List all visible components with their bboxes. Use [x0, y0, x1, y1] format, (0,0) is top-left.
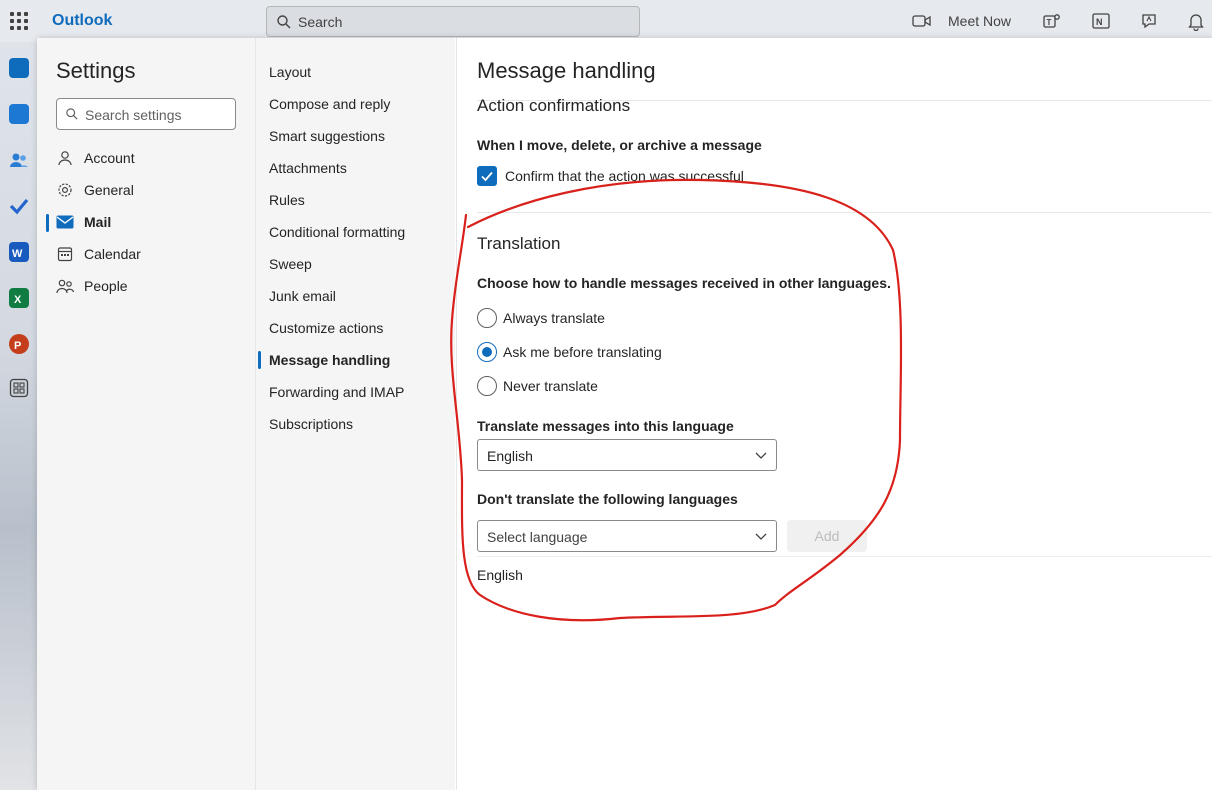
search-settings-input[interactable]: Search settings — [56, 98, 236, 130]
action-confirmations-subheading: When I move, delete, or archive a messag… — [477, 137, 762, 153]
mail-settings-nav: Layout Compose and reply Smart suggestio… — [255, 38, 455, 790]
excel-icon[interactable]: X — [9, 288, 29, 308]
divider — [477, 212, 1212, 213]
feedback-icon[interactable] — [1140, 11, 1160, 31]
category-mail[interactable]: Mail — [56, 210, 111, 234]
radio-label: Always translate — [503, 310, 605, 326]
app-name[interactable]: Outlook — [52, 12, 112, 30]
select-language-dropdown[interactable]: Select language — [477, 520, 777, 552]
chevron-down-icon — [755, 452, 767, 459]
category-calendar[interactable]: Calendar — [56, 242, 141, 266]
translation-description: Choose how to handle messages received i… — [477, 275, 891, 291]
nav-sweep[interactable]: Sweep — [269, 256, 312, 272]
gear-icon — [56, 181, 74, 199]
radio-label: Ask me before translating — [503, 344, 662, 360]
todo-icon[interactable] — [9, 196, 29, 216]
nav-message-handling[interactable]: Message handling — [269, 352, 390, 368]
teams-icon[interactable]: T — [1042, 11, 1062, 31]
people-icon[interactable] — [9, 150, 29, 170]
nav-customize-actions[interactable]: Customize actions — [269, 320, 383, 336]
nav-rules[interactable]: Rules — [269, 192, 305, 208]
nav-attachments[interactable]: Attachments — [269, 160, 347, 176]
svg-text:X: X — [14, 294, 22, 306]
bell-icon[interactable] — [1187, 11, 1205, 31]
translate-into-label: Translate messages into this language — [477, 418, 734, 434]
svg-text:P: P — [14, 340, 21, 352]
mail-icon[interactable] — [9, 58, 29, 78]
dropdown-placeholder: Select language — [487, 529, 588, 545]
search-icon — [66, 108, 78, 120]
dont-translate-label: Don't translate the following languages — [477, 491, 738, 507]
excluded-language-item: English — [477, 567, 523, 583]
settings-categories: Settings Search settings Account General… — [37, 38, 255, 790]
radio-always-translate[interactable] — [477, 308, 497, 328]
checkmark-icon — [481, 171, 493, 182]
word-icon[interactable]: W — [9, 242, 29, 262]
translate-into-dropdown[interactable]: English — [477, 439, 777, 471]
svg-text:T: T — [1047, 18, 1052, 27]
category-label: Calendar — [84, 246, 141, 262]
people-icon — [56, 277, 74, 295]
radio-label: Never translate — [503, 378, 598, 394]
dropdown-value: English — [487, 448, 533, 464]
active-indicator — [46, 214, 49, 232]
more-apps-icon[interactable] — [9, 378, 29, 398]
category-account[interactable]: Account — [56, 146, 135, 170]
person-icon — [56, 149, 74, 167]
top-bar: Outlook Search Meet Now T N — [0, 0, 1212, 42]
search-box[interactable]: Search — [266, 6, 640, 37]
page-title: Message handling — [477, 58, 656, 83]
search-icon — [277, 15, 291, 29]
nav-smart-suggestions[interactable]: Smart suggestions — [269, 128, 385, 144]
active-indicator — [258, 351, 261, 369]
category-people[interactable]: People — [56, 274, 128, 298]
confirm-action-label: Confirm that the action was successful — [505, 168, 744, 184]
settings-title: Settings — [56, 58, 136, 83]
nav-conditional-formatting[interactable]: Conditional formatting — [269, 224, 405, 240]
add-button[interactable]: Add — [787, 520, 867, 552]
divider — [477, 556, 1212, 557]
category-general[interactable]: General — [56, 178, 134, 202]
radio-ask-before-translating[interactable] — [477, 342, 497, 362]
mail-icon — [56, 213, 74, 231]
video-icon[interactable] — [912, 14, 932, 28]
nav-junk-email[interactable]: Junk email — [269, 288, 336, 304]
action-confirmations-heading: Action confirmations — [477, 96, 631, 115]
meet-now-button[interactable]: Meet Now — [948, 13, 1011, 29]
category-label: Account — [84, 150, 135, 166]
calendar-icon[interactable] — [9, 104, 29, 124]
app-launcher-icon[interactable] — [10, 12, 28, 30]
content-pane: Message handling Action confirmations Wh… — [456, 38, 1212, 790]
powerpoint-icon[interactable]: P — [9, 334, 29, 354]
svg-text:W: W — [12, 248, 23, 260]
settings-dialog: Settings Search settings Account General… — [37, 38, 1212, 790]
search-placeholder: Search — [298, 14, 343, 30]
onenote-icon[interactable]: N — [1091, 11, 1111, 31]
chevron-down-icon — [755, 533, 767, 540]
translation-heading: Translation — [477, 234, 561, 253]
category-label: People — [84, 278, 128, 294]
radio-never-translate[interactable] — [477, 376, 497, 396]
nav-layout[interactable]: Layout — [269, 64, 311, 80]
nav-compose-and-reply[interactable]: Compose and reply — [269, 96, 390, 112]
confirm-action-checkbox[interactable] — [477, 166, 497, 186]
nav-forwarding-and-imap[interactable]: Forwarding and IMAP — [269, 384, 404, 400]
category-label: Mail — [84, 214, 112, 230]
calendar-icon — [56, 245, 74, 263]
svg-text:N: N — [1096, 17, 1103, 27]
app-rail: W X P — [0, 42, 37, 790]
nav-subscriptions[interactable]: Subscriptions — [269, 416, 353, 432]
category-label: General — [84, 182, 134, 198]
search-settings-placeholder: Search settings — [85, 107, 182, 123]
